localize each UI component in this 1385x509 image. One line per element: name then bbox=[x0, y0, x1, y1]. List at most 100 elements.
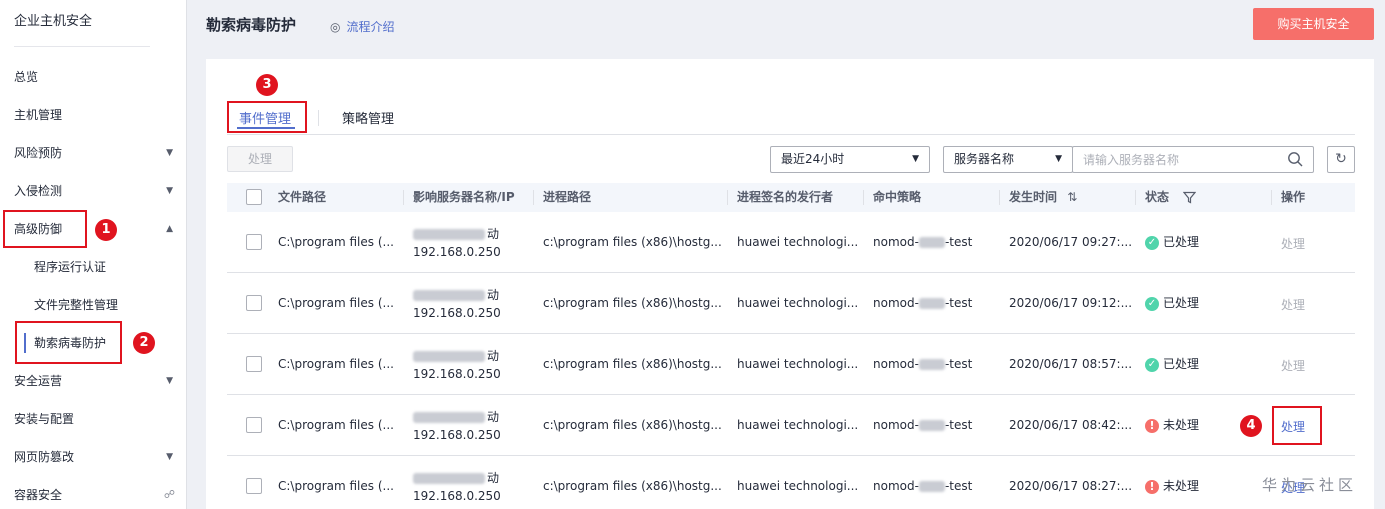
column-header-action: 操作 bbox=[1281, 190, 1306, 204]
row-checkbox[interactable] bbox=[246, 295, 262, 311]
server-ip-cell: 192.168.0.250 bbox=[413, 367, 501, 381]
status-label: 未处理 bbox=[1163, 479, 1200, 493]
server-ip-cell: 192.168.0.250 bbox=[413, 428, 501, 442]
redacted-server-name bbox=[413, 351, 485, 362]
search-field-type-select[interactable]: 服务器名称 ▼ bbox=[943, 146, 1073, 173]
check-circle-icon: ✓ bbox=[1145, 296, 1159, 311]
policy-suffix: -test bbox=[944, 418, 973, 432]
time-cell: 2020/06/17 09:27:... bbox=[1009, 235, 1133, 249]
annotation-badge-2: 2 bbox=[133, 332, 155, 354]
filter-icon[interactable] bbox=[1182, 191, 1197, 204]
status-cell: ! 未处理 bbox=[1145, 416, 1199, 433]
sidebar-item-web-tamper[interactable]: 网页防篡改 ▼ bbox=[0, 438, 187, 476]
row-checkbox[interactable] bbox=[246, 478, 262, 494]
chevron-down-icon: ▼ bbox=[912, 154, 919, 164]
row-checkbox[interactable] bbox=[246, 356, 262, 372]
sidebar-item-label: 入侵检测 bbox=[14, 184, 63, 198]
status-label: 已处理 bbox=[1163, 357, 1200, 371]
table-row: C:\program files (... 动 192.168.0.250 c:… bbox=[227, 395, 1355, 456]
select-all-checkbox[interactable] bbox=[246, 189, 262, 205]
server-search-box bbox=[1072, 146, 1314, 173]
refresh-button[interactable]: ↻ bbox=[1327, 146, 1355, 173]
table-row: C:\program files (... 动 192.168.0.250 c:… bbox=[227, 456, 1355, 509]
sidebar-item-intrusion-detection[interactable]: 入侵检测 ▼ bbox=[0, 172, 187, 210]
server-ip-cell: 192.168.0.250 bbox=[413, 306, 501, 320]
column-separator bbox=[1135, 190, 1136, 205]
row-checkbox[interactable] bbox=[246, 234, 262, 250]
tab-policy-management[interactable]: 策略管理 bbox=[342, 108, 394, 127]
time-cell: 2020/06/17 08:42:... bbox=[1009, 418, 1133, 432]
server-name-suffix: 动 bbox=[487, 410, 500, 424]
server-name-cell: 动 bbox=[413, 408, 499, 425]
chevron-down-icon: ▼ bbox=[166, 452, 173, 462]
server-search-input[interactable] bbox=[1073, 147, 1273, 172]
server-name-cell: 动 bbox=[413, 469, 499, 486]
issuer-cell: huawei technologi... bbox=[737, 235, 859, 249]
sidebar-item-label: 安全运营 bbox=[14, 374, 63, 388]
eye-hidden-icon: ◎ bbox=[330, 20, 341, 34]
policy-prefix: nomod- bbox=[873, 418, 919, 432]
redacted-server-name bbox=[413, 473, 485, 484]
annotation-box-handle-action bbox=[1272, 406, 1322, 445]
issuer-cell: huawei technologi... bbox=[737, 357, 859, 371]
row-handle-action[interactable]: 处理 bbox=[1281, 235, 1305, 252]
time-cell: 2020/06/17 09:12:... bbox=[1009, 296, 1133, 310]
sidebar-item-label: 风险预防 bbox=[14, 146, 63, 160]
sidebar-item-container-security[interactable]: 容器安全 ☍ bbox=[0, 476, 187, 509]
sidebar-item-label: 程序运行认证 bbox=[34, 260, 107, 274]
sidebar-item-label: 网页防篡改 bbox=[14, 450, 75, 464]
status-cell: ✓ 已处理 bbox=[1145, 294, 1199, 311]
column-header-server: 影响服务器名称/IP bbox=[413, 190, 515, 204]
time-range-select[interactable]: 最近24小时 ▼ bbox=[770, 146, 930, 173]
warning-circle-icon: ! bbox=[1145, 418, 1159, 433]
sort-icon[interactable]: ⇅ bbox=[1067, 190, 1077, 204]
server-name-cell: 动 bbox=[413, 286, 499, 303]
sidebar-item-program-run-auth[interactable]: 程序运行认证 bbox=[0, 248, 187, 286]
flow-intro-link[interactable]: ◎ 流程介绍 bbox=[330, 18, 395, 35]
sidebar-item-security-operations[interactable]: 安全运营 ▼ bbox=[0, 362, 187, 400]
server-ip-cell: 192.168.0.250 bbox=[413, 245, 501, 259]
file-path-cell: C:\program files (... bbox=[278, 357, 394, 371]
server-name-suffix: 动 bbox=[487, 227, 500, 241]
time-range-value: 最近24小时 bbox=[781, 152, 845, 166]
column-separator bbox=[403, 190, 404, 205]
sidebar-item-overview[interactable]: 总览 bbox=[0, 58, 187, 96]
search-field-type-value: 服务器名称 bbox=[954, 152, 1015, 166]
search-icon[interactable] bbox=[1287, 151, 1303, 167]
sidebar-item-host-management[interactable]: 主机管理 bbox=[0, 96, 187, 134]
column-separator bbox=[533, 190, 534, 205]
column-header-status[interactable]: 状态 bbox=[1145, 183, 1197, 212]
row-handle-action[interactable]: 处理 bbox=[1281, 357, 1305, 374]
sidebar-item-install-config[interactable]: 安装与配置 bbox=[0, 400, 187, 438]
sidebar-item-file-integrity[interactable]: 文件完整性管理 bbox=[0, 286, 187, 324]
sidebar-item-risk-prevention[interactable]: 风险预防 ▼ bbox=[0, 134, 187, 172]
policy-cell: nomod- -test bbox=[873, 479, 972, 493]
annotation-badge-3: 3 bbox=[256, 74, 278, 96]
column-header-status-label: 状态 bbox=[1145, 190, 1170, 204]
check-circle-icon: ✓ bbox=[1145, 235, 1159, 250]
redacted-server-name bbox=[413, 412, 485, 423]
redacted-policy-name bbox=[918, 237, 945, 248]
page-title: 勒索病毒防护 bbox=[206, 16, 297, 34]
column-header-time[interactable]: 发生时间 ⇅ bbox=[1009, 183, 1077, 212]
sidebar-item-label: 安装与配置 bbox=[14, 412, 75, 426]
policy-prefix: nomod- bbox=[873, 235, 919, 249]
column-header-issuer: 进程签名的发行者 bbox=[737, 190, 834, 204]
column-separator bbox=[999, 190, 1000, 205]
link-icon: ☍ bbox=[163, 488, 175, 501]
buy-host-security-button[interactable]: 购买主机安全 bbox=[1253, 8, 1374, 40]
row-checkbox[interactable] bbox=[246, 417, 262, 433]
warning-circle-icon: ! bbox=[1145, 479, 1159, 494]
redacted-policy-name bbox=[918, 298, 945, 309]
table-row: C:\program files (... 动 192.168.0.250 c:… bbox=[227, 334, 1355, 395]
refresh-icon: ↻ bbox=[1335, 151, 1347, 167]
handle-button[interactable]: 处理 bbox=[227, 146, 293, 172]
row-handle-action[interactable]: 处理 bbox=[1281, 296, 1305, 313]
policy-cell: nomod- -test bbox=[873, 418, 972, 432]
policy-prefix: nomod- bbox=[873, 357, 919, 371]
sidebar-item-label: 文件完整性管理 bbox=[34, 298, 119, 312]
annotation-box-ransomware bbox=[15, 321, 122, 364]
file-path-cell: C:\program files (... bbox=[278, 479, 394, 493]
annotation-box-event-tab bbox=[227, 101, 307, 133]
chevron-up-icon: ▲ bbox=[166, 224, 173, 234]
